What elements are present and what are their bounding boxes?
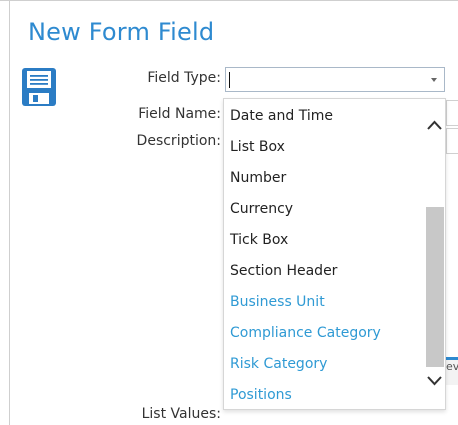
field-name-input[interactable] — [446, 100, 458, 126]
dropdown-option-business-unit[interactable]: Business Unit — [224, 287, 430, 318]
left-divider — [9, 0, 10, 425]
description-input[interactable] — [446, 128, 458, 154]
chevron-up-icon[interactable] — [426, 117, 443, 131]
dropdown-option-number[interactable]: Number — [224, 163, 430, 194]
dropdown-option-currency[interactable]: Currency — [224, 194, 430, 225]
scrollbar-thumb[interactable] — [426, 207, 444, 367]
chevron-down-icon[interactable] — [431, 78, 437, 82]
description-label: Description: — [136, 133, 221, 149]
dropdown-option-risk-category[interactable]: Risk Category — [224, 349, 430, 380]
dropdown-option-section-header[interactable]: Section Header — [224, 256, 430, 287]
list-values-label: List Values: — [141, 406, 221, 422]
text-caret — [229, 72, 230, 88]
top-divider — [0, 0, 458, 1]
partial-action-button-text: ev — [446, 360, 458, 373]
dropdown-option-list-box[interactable]: List Box — [224, 132, 430, 163]
field-type-dropdown-list[interactable]: Date and Time List Box Number Currency T… — [223, 98, 446, 410]
dropdown-option-compliance-category[interactable]: Compliance Category — [224, 318, 430, 349]
dropdown-option-date-and-time[interactable]: Date and Time — [224, 101, 430, 132]
dropdown-option-tick-box[interactable]: Tick Box — [224, 225, 430, 256]
page-title: New Form Field — [28, 18, 215, 46]
dropdown-scrollbar[interactable] — [424, 99, 445, 409]
chevron-down-icon[interactable] — [426, 373, 443, 387]
field-type-label: Field Type: — [147, 70, 221, 86]
dropdown-option-positions[interactable]: Positions — [224, 380, 430, 409]
field-type-select[interactable] — [225, 67, 445, 92]
field-name-label: Field Name: — [138, 106, 221, 122]
save-icon[interactable] — [21, 67, 57, 107]
partial-action-button[interactable]: ev — [446, 357, 458, 385]
